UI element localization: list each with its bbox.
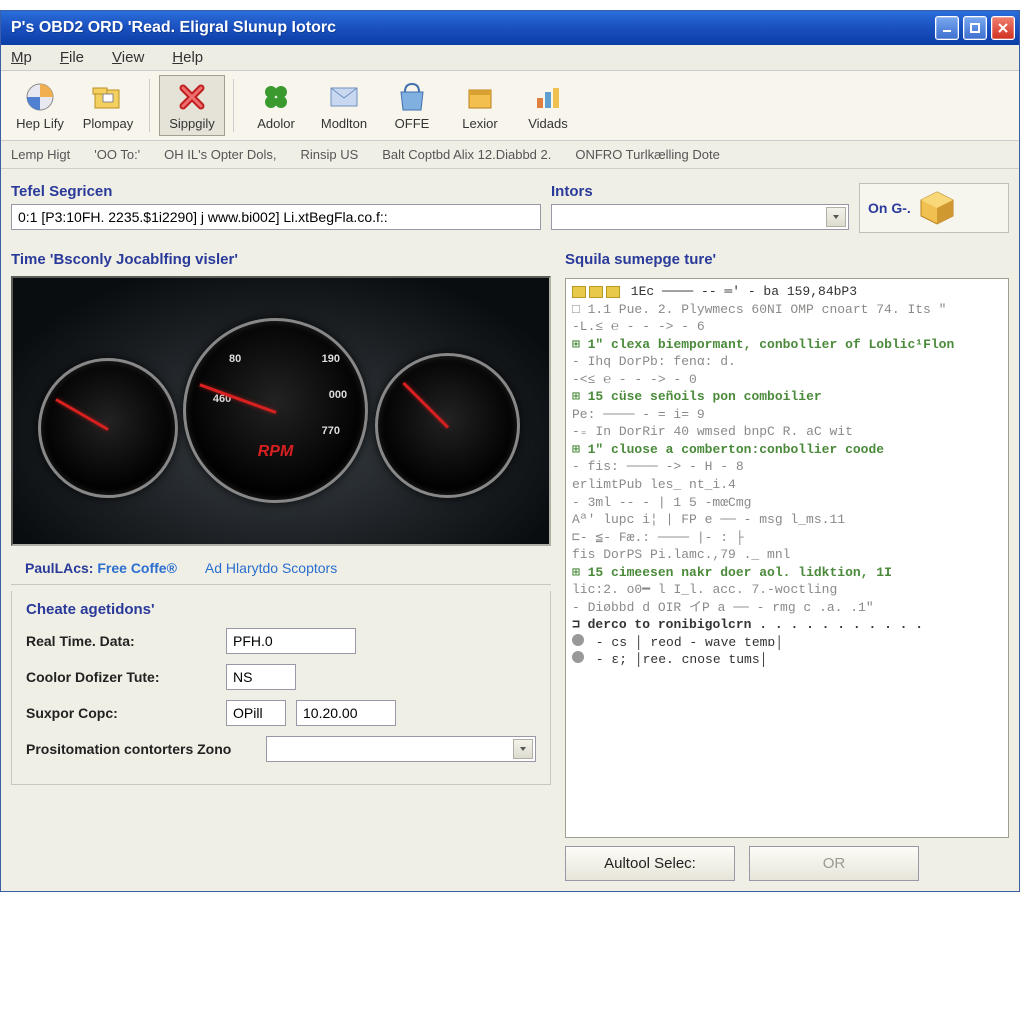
status-strip: Lemp Higt 'OO To:' OH IL's Opter Dols, R…: [1, 141, 1019, 169]
search-mid-select[interactable]: [551, 204, 849, 230]
form-title: Cheate agetidons': [26, 601, 536, 618]
toolbar-label: Vidads: [528, 116, 568, 131]
suxpor-value-input[interactable]: [296, 700, 396, 726]
content-area: Time 'Bsconly Jocablfing visler' 460 190…: [1, 241, 1019, 891]
suxpor-code-input[interactable]: [226, 700, 286, 726]
toolbar: Hep Lify Plompay Sippgily Adolor Modlton…: [1, 70, 1019, 141]
menu-view[interactable]: View: [112, 49, 144, 66]
corner-label: On G-.: [868, 200, 911, 216]
title-bar: P's OBD2 ORD 'Read. Eligral Slunup Iotor…: [1, 11, 1019, 45]
maximize-button[interactable]: [963, 16, 987, 40]
maximize-icon: [969, 22, 981, 34]
x-icon: [175, 80, 209, 114]
gauge-center: 460 190 000 770 80 RPM: [183, 318, 368, 503]
toolbar-label: Sippgily: [169, 116, 215, 131]
tab-hlarytdo[interactable]: Ad Hlarytdo Scoptors: [191, 552, 351, 584]
toolbar-plompay[interactable]: Plompay: [75, 75, 141, 136]
toolbar-label: Lexior: [462, 116, 497, 131]
toolbar-sippgily[interactable]: Sippgily: [159, 75, 225, 136]
folder-icon: [91, 80, 125, 114]
toolbar-label: Adolor: [257, 116, 295, 131]
chevron-down-icon: [826, 207, 846, 227]
chevron-down-icon: [513, 739, 533, 759]
search-left-group: Tefel Segricen: [11, 183, 541, 233]
status-item: Balt Coptbd Alix 12.Diabbd 2.: [382, 147, 551, 162]
toolbar-lexior[interactable]: Lexior: [447, 75, 513, 136]
bag-icon: [395, 80, 429, 114]
or-button[interactable]: OR: [749, 846, 919, 881]
search-left-label: Tefel Segricen: [11, 183, 541, 200]
status-item: 'OO To:': [94, 147, 140, 162]
toolbar-adolor[interactable]: Adolor: [243, 75, 309, 136]
box-icon: [463, 80, 497, 114]
cube-icon: [917, 188, 957, 228]
menu-file[interactable]: File: [60, 49, 84, 66]
left-column: Time 'Bsconly Jocablfing visler' 460 190…: [11, 251, 551, 881]
right-column: Squila sumepge ture' 1Ec ──── -- ═' - ba…: [565, 251, 1009, 881]
status-item: OH IL's Opter Dols,: [164, 147, 276, 162]
toolbar-label: Hep Lify: [16, 116, 64, 131]
status-item: Lemp Higt: [11, 147, 70, 162]
app-window: P's OBD2 ORD 'Read. Eligral Slunup Iotor…: [0, 10, 1020, 892]
menu-mp[interactable]: Mp: [11, 49, 32, 66]
close-button[interactable]: [991, 16, 1015, 40]
search-mid-group: Intors: [551, 183, 849, 233]
minimize-button[interactable]: [935, 16, 959, 40]
envelope-icon: [327, 80, 361, 114]
status-item: ONFRO Turlkælling Dote: [575, 147, 719, 162]
toolbar-heplify[interactable]: Hep Lify: [7, 75, 73, 136]
toolbar-offe[interactable]: OFFE: [379, 75, 445, 136]
toolbar-label: Modlton: [321, 116, 367, 131]
menu-bar: Mp File View Help: [1, 45, 1019, 70]
toolbar-label: OFFE: [395, 116, 430, 131]
field-label: Suxpor Copc:: [26, 705, 216, 721]
form-row-suxpor: Suxpor Copc:: [26, 700, 536, 726]
status-item: Rinsip US: [300, 147, 358, 162]
window-buttons: [935, 16, 1015, 40]
search-left-input[interactable]: [11, 204, 541, 230]
realtime-input[interactable]: [226, 628, 356, 654]
rpm-label: RPM: [258, 443, 294, 461]
window-title: P's OBD2 ORD 'Read. Eligral Slunup Iotor…: [5, 19, 336, 37]
search-mid-label: Intors: [551, 183, 849, 200]
form-row-prosito: Prositomation contorters Zono: [26, 736, 536, 762]
field-label: Coolor Dofizer Tute:: [26, 669, 216, 685]
form-row-realtime: Real Time. Data:: [26, 628, 536, 654]
form-row-coolor: Coolor Dofizer Tute:: [26, 664, 536, 690]
menu-help[interactable]: Help: [172, 49, 203, 66]
toolbar-label: Plompay: [83, 116, 134, 131]
autool-select-button[interactable]: Aultool Selec:: [565, 846, 735, 881]
prosito-select[interactable]: [266, 736, 536, 762]
toolbar-separator: [233, 79, 235, 132]
clover-icon: [259, 80, 293, 114]
right-panel-title: Squila sumepge ture': [565, 251, 1009, 268]
gauge-right: [375, 353, 520, 498]
close-icon: [997, 22, 1009, 34]
field-label: Real Time. Data:: [26, 633, 216, 649]
minimize-icon: [941, 22, 953, 34]
toolbar-vidads[interactable]: Vidads: [515, 75, 581, 136]
button-row: Aultool Selec: OR: [565, 846, 1009, 881]
tab-row: PaulLAcs: Free Coffe® Ad Hlarytdo Scopto…: [11, 552, 551, 585]
coolor-input[interactable]: [226, 664, 296, 690]
search-row: Tefel Segricen Intors On G-.: [1, 169, 1019, 241]
wheel-icon: [23, 80, 57, 114]
form-area: Cheate agetidons' Real Time. Data: Coolo…: [11, 591, 551, 785]
toolbar-separator: [149, 79, 151, 132]
corner-box: On G-.: [859, 183, 1009, 233]
code-output[interactable]: 1Ec ──── -- ═' - ba 159,84bP3□ 1.1 Pue. …: [565, 278, 1009, 838]
tab-paullacs[interactable]: PaulLAcs: Free Coffe®: [11, 552, 191, 584]
gauge-left: [38, 358, 178, 498]
left-panel-title: Time 'Bsconly Jocablfing visler': [11, 251, 551, 268]
chart-icon: [531, 80, 565, 114]
dashboard-image: 460 190 000 770 80 RPM: [11, 276, 551, 546]
field-label: Prositomation contorters Zono: [26, 741, 256, 757]
toolbar-modlton[interactable]: Modlton: [311, 75, 377, 136]
